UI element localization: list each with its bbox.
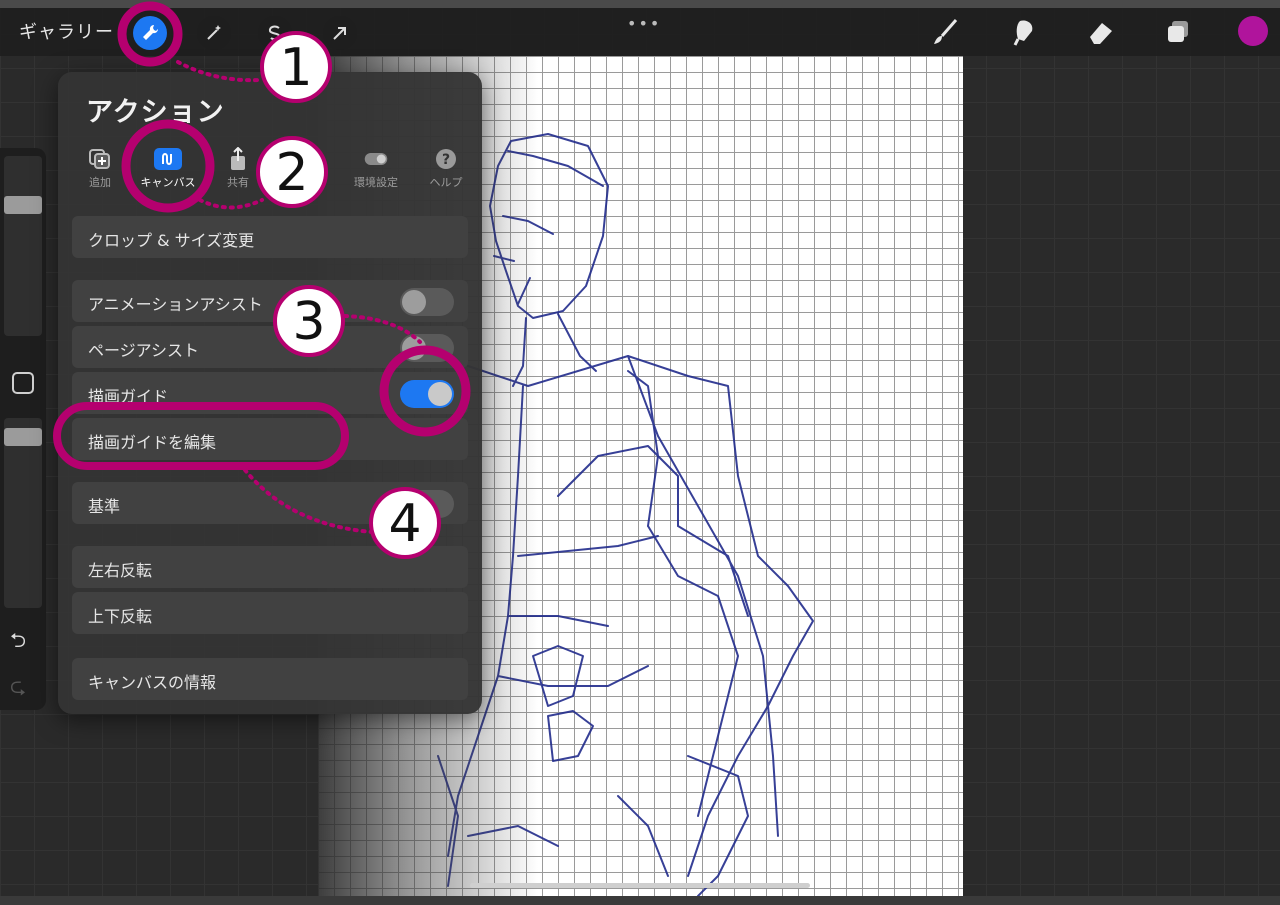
share-icon — [226, 147, 250, 170]
layers-button[interactable] — [1160, 14, 1196, 50]
animation-assist-row: アニメーションアシスト — [72, 280, 468, 322]
home-indicator — [470, 883, 810, 888]
row-label: 基準 — [88, 497, 121, 516]
drawing-guide-row: 描画ガイド — [72, 372, 468, 414]
help-icon: ? — [434, 148, 458, 170]
more-options-button[interactable]: ••• — [627, 14, 661, 33]
row-label: アニメーションアシスト — [88, 295, 263, 314]
status-bar — [0, 0, 1280, 8]
reference-row: 基準 — [72, 482, 468, 524]
bottom-edge — [0, 896, 1280, 905]
canvas-info-row[interactable]: キャンバスの情報 — [72, 658, 468, 700]
row-label: クロップ & サイズ変更 — [88, 231, 255, 250]
smudge-icon — [1013, 20, 1033, 46]
reference-toggle[interactable] — [400, 490, 454, 518]
flip-horizontal-row[interactable]: 左右反転 — [72, 546, 468, 588]
actions-panel: アクション 追加 キャンバス 共有 環境設定 ? ヘルプ クロップ & サイズ変… — [58, 72, 482, 714]
brush-button[interactable] — [927, 14, 963, 50]
tab-label: キャンバス — [140, 176, 196, 189]
selection-icon — [268, 25, 281, 41]
row-label: 左右反転 — [88, 561, 153, 580]
row-label: キャンバスの情報 — [88, 673, 217, 692]
color-picker-button[interactable] — [1238, 16, 1268, 46]
brush-size-slider[interactable] — [4, 156, 42, 336]
adjustments-button[interactable] — [197, 16, 231, 50]
tab-share[interactable]: 共有 — [208, 147, 268, 190]
tab-help[interactable]: ? ヘルプ — [416, 148, 476, 190]
transform-button[interactable] — [323, 16, 357, 50]
add-icon — [88, 148, 112, 170]
tab-add[interactable]: 追加 — [70, 148, 130, 190]
tab-label: 共有 — [227, 176, 249, 189]
row-label: ページアシスト — [88, 341, 200, 360]
actions-button[interactable] — [133, 16, 167, 50]
undo-icon[interactable]: ⮌ — [10, 626, 26, 660]
tab-canvas[interactable]: キャンバス — [138, 148, 198, 190]
selection-button[interactable] — [258, 16, 292, 50]
tab-label: 追加 — [89, 176, 111, 189]
left-sidebar: ⮌ ⮎ — [0, 148, 46, 710]
page-assist-toggle[interactable] — [400, 334, 454, 362]
tab-label: ヘルプ — [429, 176, 463, 189]
animation-assist-toggle[interactable] — [400, 288, 454, 316]
smudge-button[interactable] — [1007, 14, 1043, 50]
panel-title: アクション — [86, 97, 225, 128]
opacity-slider[interactable] — [4, 418, 42, 608]
magic-wand-icon — [207, 25, 221, 40]
gallery-button[interactable]: ギャラリー — [19, 18, 114, 44]
eraser-button[interactable] — [1083, 14, 1119, 50]
brush-icon — [934, 19, 958, 44]
flip-vertical-row[interactable]: 上下反転 — [72, 592, 468, 634]
redo-icon[interactable]: ⮎ — [10, 672, 26, 706]
brush-size-handle[interactable] — [4, 196, 42, 214]
opacity-handle[interactable] — [4, 428, 42, 446]
tab-label: 環境設定 — [354, 176, 398, 189]
wrench-icon — [143, 24, 159, 40]
canvas-icon — [154, 148, 182, 170]
row-label: 上下反転 — [88, 607, 153, 626]
svg-text:?: ? — [442, 152, 450, 168]
row-label: 描画ガイド — [88, 387, 169, 406]
page-assist-row: ページアシスト — [72, 326, 468, 368]
drawing-guide-toggle[interactable] — [400, 380, 454, 408]
transform-arrow-icon — [333, 27, 346, 40]
modify-button[interactable] — [12, 372, 34, 394]
edit-drawing-guide-row[interactable]: 描画ガイドを編集 — [72, 418, 468, 460]
crop-resize-row[interactable]: クロップ & サイズ変更 — [72, 216, 468, 258]
row-label: 描画ガイドを編集 — [88, 433, 217, 452]
eraser-icon — [1090, 23, 1112, 44]
tab-preferences[interactable]: 環境設定 — [346, 148, 406, 190]
layers-icon — [1168, 21, 1188, 42]
toggle-icon — [364, 148, 388, 170]
